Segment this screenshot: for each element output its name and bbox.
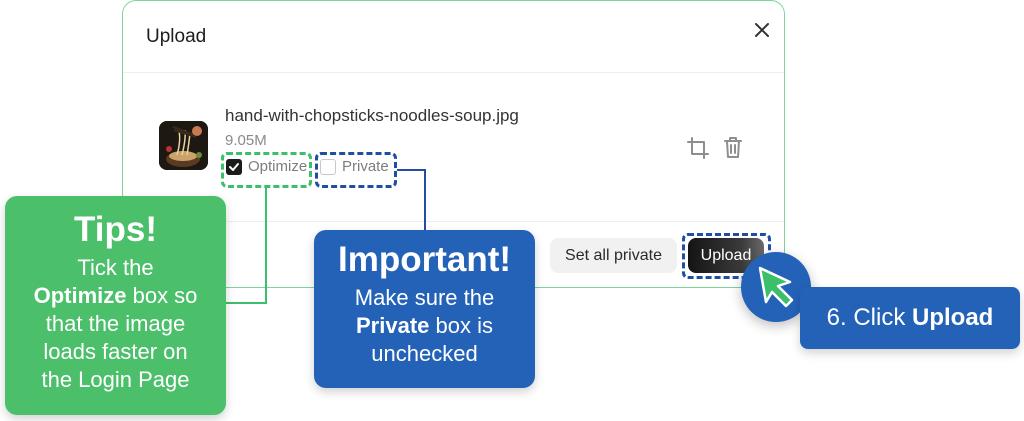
important-callout: Important! Make sure the Private box is … [314,230,535,388]
divider [123,72,784,73]
tips-line: box so [126,283,198,308]
important-line: box is [429,313,493,338]
important-line: unchecked [371,341,478,366]
set-all-private-button[interactable]: Set all private [550,238,677,273]
tips-line: Tick the [77,255,154,280]
important-bold: Private [356,313,430,338]
close-icon[interactable] [751,19,773,41]
tips-heading: Tips! [74,210,157,249]
file-size: 9.05M [225,132,267,149]
tips-line: that the image [45,311,186,336]
file-thumbnail [159,121,208,170]
tips-bold: Optimize [33,283,127,308]
important-heading: Important! [337,240,512,279]
step-bold: Upload [912,304,994,331]
optimize-highlight [221,152,312,188]
cursor-arrow-icon [752,262,802,312]
crop-icon[interactable] [686,136,710,160]
tips-line: loads faster on [43,339,188,364]
step-callout: 6. Click Upload [800,287,1020,349]
tips-callout: Tips! Tick the Optimize box so that the … [5,196,226,415]
step-prefix: 6. Click [826,304,913,331]
dialog-title: Upload [146,26,207,47]
private-highlight [315,152,397,188]
trash-icon[interactable] [722,135,744,159]
tips-line: the Login Page [41,367,190,392]
important-line: Make sure the [354,285,495,310]
file-name: hand-with-chopsticks-noodles-soup.jpg [225,106,519,125]
